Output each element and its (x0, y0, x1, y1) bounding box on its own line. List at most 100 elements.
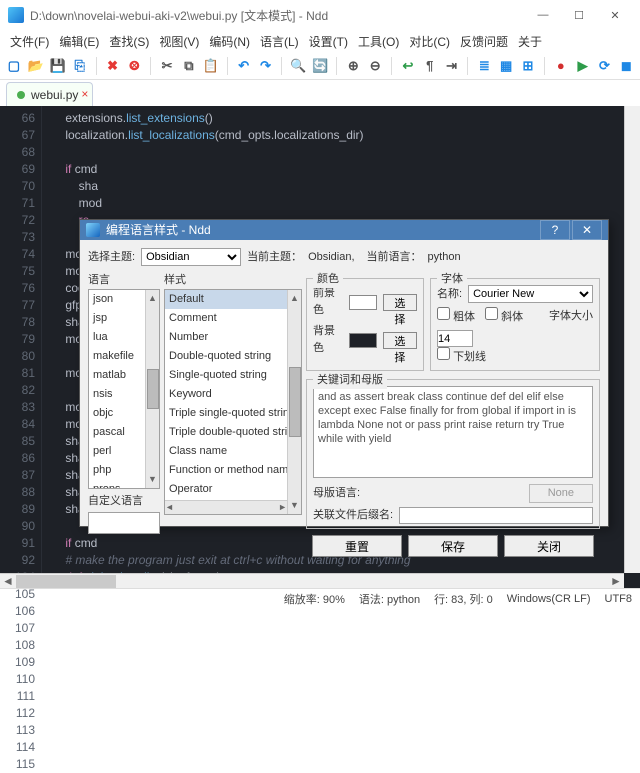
theme-select[interactable]: Obsidian (141, 248, 241, 266)
font-size-input[interactable] (437, 330, 473, 347)
list-item[interactable]: Function or method name (165, 461, 301, 480)
tab-close-icon[interactable]: × (81, 87, 88, 101)
style-scroll[interactable]: ▲▼ (287, 290, 301, 514)
grid-view-icon[interactable]: ▦ (498, 58, 514, 74)
color-group-label: 颜色 (313, 271, 343, 288)
hscroll-thumb[interactable] (16, 575, 116, 588)
bold-checkbox[interactable]: 粗体 (437, 307, 475, 326)
save-icon[interactable]: 💾 (50, 58, 66, 74)
wrap-icon[interactable]: ↩ (400, 58, 416, 74)
menu-feedback[interactable]: 反馈问题 (456, 31, 512, 52)
style-hscroll[interactable]: ◄► (165, 500, 287, 514)
paste-icon[interactable]: 📋 (203, 58, 219, 74)
dialog-help-button[interactable]: ? (540, 220, 570, 240)
menu-settings[interactable]: 设置(T) (305, 31, 352, 52)
status-lang: 语法: python (359, 591, 420, 607)
hscroll-right-icon[interactable]: ► (608, 573, 624, 590)
open-file-icon[interactable]: 📂 (28, 58, 44, 74)
kw-group-label: 关键词和母版 (313, 372, 387, 389)
list-item[interactable]: Triple double-quoted string (165, 423, 301, 442)
stop-icon[interactable]: ◼ (618, 58, 634, 74)
italic-checkbox[interactable]: 斜体 (485, 307, 523, 326)
current-lang-value: python (428, 249, 461, 266)
list-item[interactable]: Number (165, 328, 301, 347)
dialog-close-button[interactable]: ✕ (572, 220, 602, 240)
select-theme-label: 选择主题: (88, 249, 135, 266)
editor-area[interactable]: 6667686970717273747576777879808182838485… (0, 106, 640, 588)
list-view-icon[interactable]: ≣ (476, 58, 492, 74)
menu-encoding[interactable]: 编码(N) (205, 31, 254, 52)
record-icon[interactable]: ● (553, 58, 569, 74)
current-theme-value: Obsidian, (308, 249, 354, 266)
mother-lang-value: None (529, 484, 593, 503)
font-group-label: 字体 (437, 271, 467, 288)
close-file-icon[interactable]: ✖ (105, 58, 121, 74)
keywords-textarea[interactable]: and as assert break class continue def d… (313, 386, 593, 478)
minimize-button[interactable]: — (526, 4, 560, 26)
status-pos: 行: 83, 列: 0 (434, 591, 493, 607)
bg-pick-button[interactable]: 选择 (383, 332, 417, 349)
new-file-icon[interactable]: ▢ (6, 58, 22, 74)
list-item[interactable]: Triple single-quoted string (165, 404, 301, 423)
dialog-titlebar[interactable]: 编程语言样式 - Ndd ? ✕ (80, 220, 608, 240)
find-icon[interactable]: 🔍 (290, 58, 306, 74)
redo-icon[interactable]: ↷ (258, 58, 274, 74)
play-icon[interactable]: ▶ (575, 58, 591, 74)
menu-about[interactable]: 关于 (514, 31, 546, 52)
hscroll-left-icon[interactable]: ◄ (0, 573, 16, 590)
list-item[interactable]: Class name (165, 442, 301, 461)
save-button[interactable]: 保存 (408, 535, 498, 557)
font-name-select[interactable]: Courier New (468, 285, 593, 303)
list-item[interactable]: Operator (165, 480, 301, 499)
zoom-out-icon[interactable]: ⊖ (367, 58, 383, 74)
list-item[interactable]: Single-quoted string (165, 366, 301, 385)
indent-icon[interactable]: ⇥ (444, 58, 460, 74)
copy-icon[interactable]: ⧉ (181, 58, 197, 74)
tab-webui-py[interactable]: webui.py × (6, 82, 93, 106)
zoom-in-icon[interactable]: ⊕ (345, 58, 361, 74)
menu-view[interactable]: 视图(V) (155, 31, 203, 52)
reset-button[interactable]: 重置 (312, 535, 402, 557)
editor-vscroll[interactable] (624, 106, 640, 573)
dialog-title: 编程语言样式 - Ndd (106, 222, 211, 239)
menu-tools[interactable]: 工具(O) (354, 31, 403, 52)
list-item[interactable]: Double-quoted string (165, 347, 301, 366)
language-listbox[interactable]: jsonjspluamakefilematlabnsisobjcpascalpe… (88, 289, 160, 489)
assoc-ext-input[interactable] (399, 507, 593, 524)
custom-lang-box[interactable] (88, 512, 160, 534)
close-button[interactable]: ✕ (598, 4, 632, 26)
list-item[interactable]: Default (165, 290, 301, 309)
status-enc: UTF8 (605, 593, 633, 605)
save-all-icon[interactable]: ⎘ (72, 58, 88, 74)
fg-swatch (349, 295, 377, 310)
menu-find[interactable]: 查找(S) (105, 31, 153, 52)
style-listbox[interactable]: DefaultCommentNumberDouble-quoted string… (164, 289, 302, 515)
undo-icon[interactable]: ↶ (236, 58, 252, 74)
whitespace-icon[interactable]: ¶ (422, 58, 438, 74)
status-eol: Windows(CR LF) (507, 593, 591, 605)
lang-scroll[interactable]: ▲▼ (145, 290, 159, 488)
app-logo (8, 7, 24, 23)
tree-view-icon[interactable]: ⊞ (520, 58, 536, 74)
menu-compare[interactable]: 对比(C) (405, 31, 454, 52)
list-item[interactable]: Keyword (165, 385, 301, 404)
maximize-button[interactable]: ☐ (562, 4, 596, 26)
font-name-label: 名称: (437, 286, 462, 303)
dialog-close-btn[interactable]: 关闭 (504, 535, 594, 557)
list-item[interactable]: Comment (165, 309, 301, 328)
menu-language[interactable]: 语言(L) (256, 31, 303, 52)
style-list-label: 样式 (164, 272, 302, 289)
menu-file[interactable]: 文件(F) (6, 31, 53, 52)
tab-strip: webui.py × (0, 80, 640, 106)
current-theme-label: 当前主题： (247, 249, 302, 266)
menu-edit[interactable]: 编辑(E) (55, 31, 103, 52)
editor-hscroll[interactable]: ◄ ► (0, 573, 624, 588)
tab-label: webui.py (31, 88, 78, 102)
cut-icon[interactable]: ✂ (159, 58, 175, 74)
close-all-icon[interactable]: ⨷ (126, 58, 142, 74)
fg-pick-button[interactable]: 选择 (383, 294, 417, 311)
underline-checkbox[interactable]: 下划线 (437, 347, 486, 366)
replace-icon[interactable]: 🔄 (312, 58, 328, 74)
toolbar: ▢ 📂 💾 ⎘ ✖ ⨷ ✂ ⧉ 📋 ↶ ↷ 🔍 🔄 ⊕ ⊖ ↩ ¶ ⇥ ≣ ▦ … (0, 52, 640, 80)
repeat-icon[interactable]: ⟳ (597, 58, 613, 74)
